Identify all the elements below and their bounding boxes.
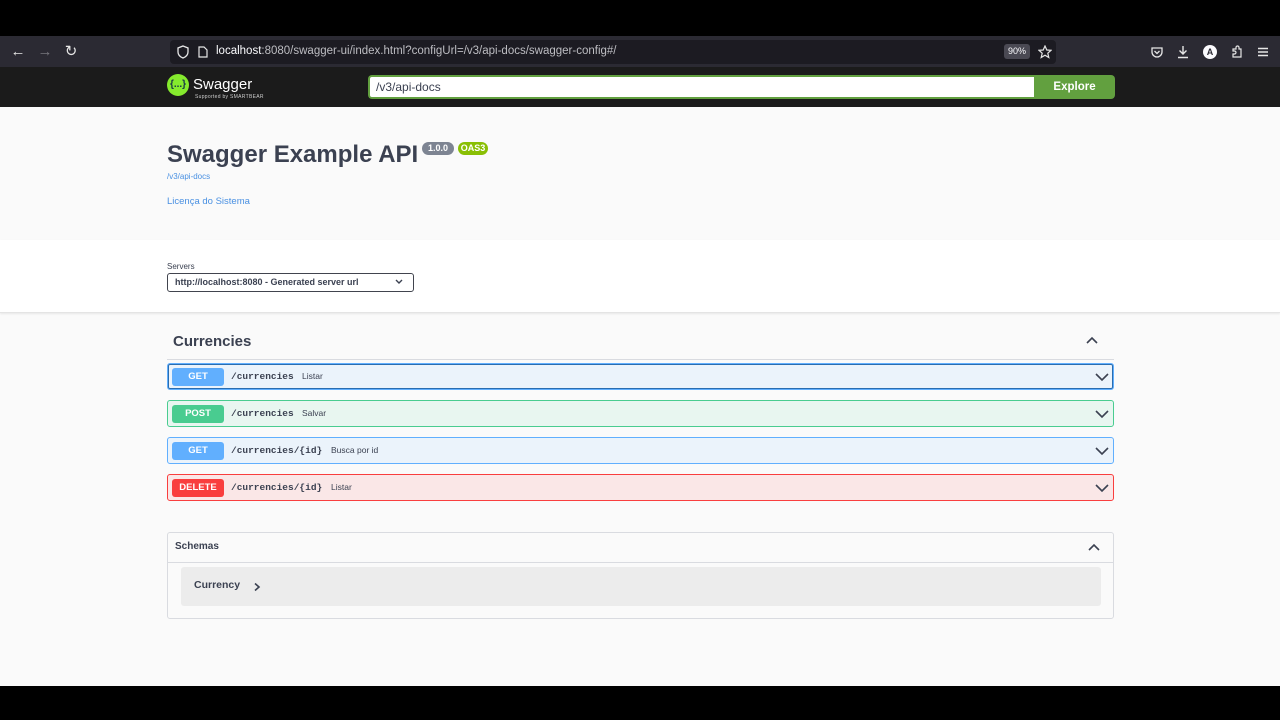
method-badge: DELETE — [172, 479, 224, 497]
operation-get-currencies[interactable]: GET /currencies Listar — [167, 363, 1114, 390]
back-icon[interactable]: ← — [10, 44, 26, 60]
version-badge: 1.0.0 — [422, 142, 454, 155]
spec-url-input[interactable]: /v3/api-docs — [368, 75, 1034, 99]
bookmark-star-icon[interactable] — [1038, 45, 1052, 59]
chevron-down-icon[interactable] — [1093, 477, 1111, 497]
operation-delete-currency-by-id[interactable]: DELETE /currencies/{id} Listar — [167, 474, 1114, 501]
operation-post-currencies[interactable]: POST /currencies Salvar — [167, 400, 1114, 427]
model-currency[interactable]: Currency — [181, 567, 1101, 606]
operation-path: /currencies/{id} — [231, 482, 323, 493]
pocket-icon[interactable] — [1150, 45, 1164, 59]
menu-icon[interactable] — [1256, 45, 1270, 59]
download-icon[interactable] — [1176, 45, 1190, 59]
operation-path: /currencies/{id} — [231, 445, 323, 456]
shield-icon[interactable] — [177, 45, 189, 59]
chevron-up-icon[interactable] — [1087, 542, 1101, 552]
explore-button[interactable]: Explore — [1034, 75, 1115, 99]
chevron-down-icon[interactable] — [1093, 366, 1111, 386]
swagger-logo-icon[interactable]: {...} — [167, 74, 189, 96]
schemas-divider — [168, 562, 1113, 563]
method-badge: POST — [172, 405, 224, 423]
tag-title[interactable]: Currencies — [173, 333, 251, 350]
license-link[interactable]: Licença do Sistema — [167, 196, 250, 207]
chevron-down-icon — [395, 279, 403, 284]
schemas-section: Schemas Currency — [167, 532, 1114, 619]
operation-summary: Busca por id — [331, 445, 379, 455]
api-title: Swagger Example API — [167, 141, 419, 168]
swagger-logo-text[interactable]: Swagger — [193, 76, 252, 93]
method-badge: GET — [172, 368, 224, 386]
chevron-down-icon[interactable] — [1093, 403, 1111, 423]
tag-divider — [167, 359, 1114, 360]
chevron-right-icon[interactable] — [253, 582, 261, 592]
method-badge: GET — [172, 442, 224, 460]
reload-icon[interactable]: ↻ — [63, 44, 79, 60]
operation-summary: Salvar — [302, 408, 327, 418]
account-avatar[interactable]: A — [1203, 45, 1217, 59]
swagger-logo-subtext: Supported by SMARTBEAR — [195, 94, 264, 100]
chevron-up-icon[interactable] — [1085, 335, 1099, 345]
address-bar[interactable]: localhost:8080/swagger-ui/index.html?con… — [170, 40, 1056, 64]
forward-icon[interactable]: → — [37, 44, 53, 60]
servers-label: Servers — [167, 262, 195, 271]
model-name[interactable]: Currency — [194, 579, 240, 591]
url-text[interactable]: localhost:8080/swagger-ui/index.html?con… — [216, 45, 616, 57]
operation-path: /currencies — [231, 408, 294, 419]
extensions-icon[interactable] — [1230, 45, 1244, 59]
page-icon[interactable] — [198, 46, 208, 58]
schemas-title[interactable]: Schemas — [175, 541, 219, 552]
operation-summary: Listar — [302, 371, 323, 381]
api-docs-link[interactable]: /v3/api-docs — [167, 172, 210, 181]
operation-summary: Listar — [331, 482, 352, 492]
servers-select[interactable]: http://localhost:8080 - Generated server… — [167, 273, 414, 292]
oas-badge: OAS3 — [458, 142, 488, 155]
operation-get-currency-by-id[interactable]: GET /currencies/{id} Busca por id — [167, 437, 1114, 464]
zoom-level-badge[interactable]: 90% — [1004, 44, 1030, 59]
operation-path: /currencies — [231, 371, 294, 382]
chevron-down-icon[interactable] — [1093, 440, 1111, 460]
